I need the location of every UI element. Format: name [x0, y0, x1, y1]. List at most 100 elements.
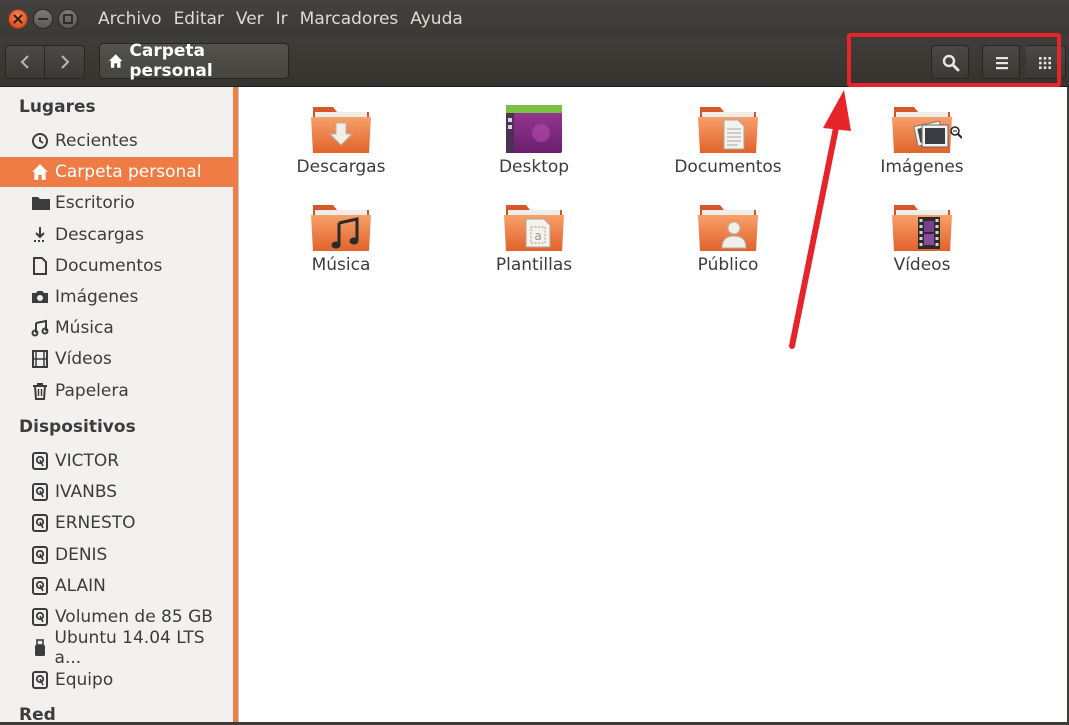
sidebar-item-label: Documentos [55, 256, 163, 276]
sidebar-item-musica[interactable]: Música [0, 313, 233, 343]
desktop-icon [506, 105, 562, 153]
file-item-musica[interactable]: Música [266, 201, 416, 275]
sidebar-device-equipo[interactable]: Equipo [0, 665, 233, 695]
file-label: Imágenes [880, 157, 964, 177]
sidebar-device-ubuntu[interactable]: Ubuntu 14.04 LTS a... [0, 628, 233, 668]
document-icon [33, 257, 47, 275]
folder-templates-icon: a [504, 205, 564, 251]
sidebar-device-ernesto[interactable]: ERNESTO [0, 508, 233, 538]
folder-download-icon [311, 107, 371, 153]
trash-icon [33, 383, 47, 400]
path-label: Carpeta personal [129, 41, 213, 81]
menu-editar[interactable]: Editar [174, 8, 224, 30]
folder-pictures-icon [892, 107, 962, 153]
menu-ayuda[interactable]: Ayuda [410, 8, 463, 30]
path-home-button[interactable]: Carpeta personal [99, 41, 289, 81]
file-view: Descargas Desktop Documentos Imágenes Mú… [239, 87, 1067, 724]
sidebar-item-label: Vídeos [55, 349, 112, 369]
sidebar-item-label: VICTOR [55, 451, 120, 471]
file-item-desktop[interactable]: Desktop [459, 103, 609, 177]
folder-documents-icon [698, 107, 758, 153]
usb-icon [35, 639, 45, 656]
menu-bar: Archivo Editar Ver Ir Marcadores Ayuda [98, 8, 475, 30]
forward-button[interactable] [45, 45, 85, 79]
music-icon [31, 319, 49, 337]
sidebar-item-videos[interactable]: Vídeos [0, 344, 233, 374]
file-item-plantillas[interactable]: a Plantillas [459, 201, 609, 275]
sidebar-item-label: ALAIN [55, 576, 106, 596]
minimize-window-button[interactable] [33, 9, 53, 29]
home-icon [108, 54, 123, 68]
sidebar-item-recientes[interactable]: Recientes [0, 126, 233, 156]
chevron-right-icon [61, 55, 70, 69]
clock-icon [32, 133, 48, 149]
folder-public-icon [698, 205, 758, 251]
sidebar-item-imagenes[interactable]: Imágenes [0, 282, 233, 312]
film-icon [32, 350, 48, 368]
close-window-button[interactable] [8, 9, 28, 29]
file-label: Documentos [674, 157, 782, 177]
maximize-icon [63, 14, 73, 24]
folder-videos-icon [892, 205, 952, 251]
file-item-publico[interactable]: Público [653, 201, 803, 275]
sidebar-item-label: ERNESTO [55, 513, 136, 533]
drive-icon [32, 671, 48, 689]
sidebar-item-label: Escritorio [55, 193, 135, 213]
sidebar-device-victor[interactable]: VICTOR [0, 446, 233, 476]
camera-icon [32, 291, 48, 303]
chevron-left-icon [20, 55, 29, 69]
folder-icon [32, 197, 50, 210]
sidebar-item-descargas[interactable]: Descargas [0, 220, 233, 250]
sidebar-item-label: Imágenes [55, 287, 139, 307]
sidebar-device-denis[interactable]: DENIS [0, 540, 233, 570]
drive-icon [32, 546, 48, 564]
file-label: Vídeos [893, 255, 951, 275]
drive-icon [32, 483, 48, 501]
close-icon [13, 14, 23, 24]
sidebar-device-ivanbs[interactable]: IVANBS [0, 477, 233, 507]
section-dispositivos: Dispositivos [19, 417, 136, 437]
sidebar-item-label: Volumen de 85 GB [55, 607, 213, 627]
home-icon [32, 164, 48, 180]
sidebar-item-label: Carpeta personal [55, 162, 202, 182]
sidebar-item-escritorio[interactable]: Escritorio [0, 188, 233, 218]
highlight-box [847, 33, 1061, 87]
svg-text:a: a [534, 229, 541, 243]
file-item-imagenes[interactable]: Imágenes [847, 103, 997, 177]
drive-icon [32, 514, 48, 532]
menu-archivo[interactable]: Archivo [98, 8, 162, 30]
sidebar-item-papelera[interactable]: Papelera [0, 376, 233, 406]
folder-music-icon [311, 205, 371, 251]
sidebar-item-label: Descargas [55, 225, 144, 245]
sidebar-item-label: Equipo [55, 670, 114, 690]
section-lugares: Lugares [19, 97, 96, 117]
sidebar-item-label: Ubuntu 14.04 LTS a... [54, 628, 205, 668]
minimize-icon [38, 18, 48, 20]
sidebar-item-label: Recientes [55, 131, 138, 151]
menu-marcadores[interactable]: Marcadores [300, 8, 399, 30]
sidebar-item-carpeta-personal[interactable]: Carpeta personal [0, 157, 233, 187]
drive-icon [32, 577, 48, 595]
download-icon [34, 227, 46, 242]
drive-icon [32, 452, 48, 470]
sidebar-item-label: DENIS [55, 545, 108, 565]
menu-ir[interactable]: Ir [276, 8, 288, 30]
back-button[interactable] [5, 45, 45, 79]
file-label: Desktop [498, 157, 570, 177]
sidebar-item-label: Papelera [55, 381, 129, 401]
file-item-descargas[interactable]: Descargas [266, 103, 416, 177]
sidebar-item-label: IVANBS [55, 482, 118, 502]
maximize-window-button[interactable] [58, 9, 78, 29]
file-label: Plantillas [495, 255, 573, 275]
file-label: Descargas [296, 157, 386, 177]
sidebar-item-label: Música [55, 318, 114, 338]
sidebar-device-alain[interactable]: ALAIN [0, 571, 233, 601]
sidebar: Lugares Recientes Carpeta personal Escri… [0, 87, 233, 725]
sidebar-item-documentos[interactable]: Documentos [0, 251, 233, 281]
file-item-documentos[interactable]: Documentos [653, 103, 803, 177]
file-label: Público [697, 255, 759, 275]
file-label: Música [311, 255, 371, 275]
file-item-videos[interactable]: Vídeos [847, 201, 997, 275]
menu-ver[interactable]: Ver [236, 8, 264, 30]
drive-icon [32, 608, 48, 626]
